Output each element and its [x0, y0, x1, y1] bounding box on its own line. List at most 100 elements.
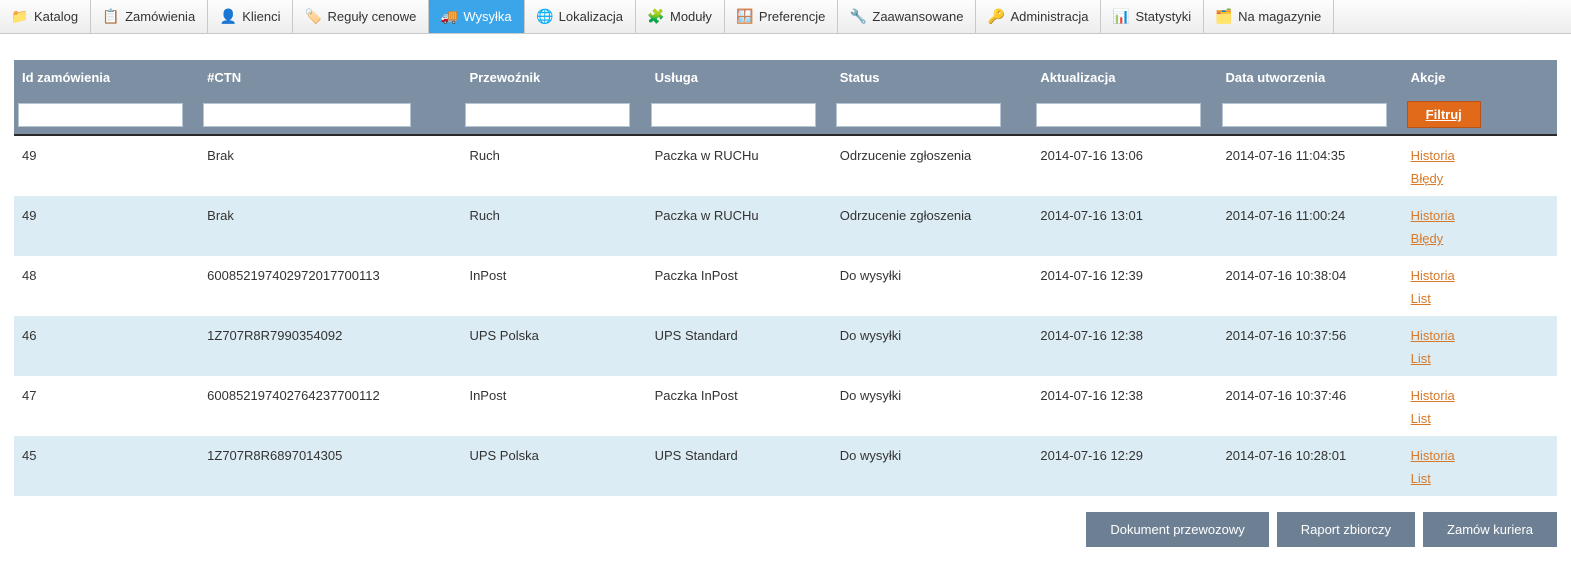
- prefs-icon: 🪟: [737, 9, 753, 25]
- filter-input-created[interactable]: [1222, 103, 1387, 127]
- cell-updated: 2014-07-16 12:38: [1032, 316, 1217, 376]
- cell-ctn: 1Z707R8R7990354092: [199, 316, 461, 376]
- action-link-history[interactable]: Historia: [1411, 388, 1549, 403]
- nav-item-label: Klienci: [242, 9, 280, 24]
- cell-service: Paczka InPost: [647, 256, 832, 316]
- table-row[interactable]: 49BrakRuchPaczka w RUCHuOdrzucenie zgłos…: [14, 135, 1557, 196]
- action-link-list[interactable]: List: [1411, 291, 1549, 306]
- nav-item-orders[interactable]: 📋 Zamówienia: [91, 0, 208, 33]
- table-row[interactable]: 49BrakRuchPaczka w RUCHuOdrzucenie zgłos…: [14, 196, 1557, 256]
- nav-item-local[interactable]: 🌐 Lokalizacja: [525, 0, 636, 33]
- nav-item-stock[interactable]: 🗂️Na magazynie: [1204, 0, 1334, 33]
- action-link-history[interactable]: Historia: [1411, 208, 1549, 223]
- cell-updated: 2014-07-16 13:06: [1032, 135, 1217, 196]
- nav-item-admin[interactable]: 🔑 Administracja: [976, 0, 1101, 33]
- col-header-updated[interactable]: Aktualizacja: [1032, 60, 1217, 95]
- customers-icon: 👤: [220, 9, 236, 25]
- col-header-created[interactable]: Data utworzenia: [1218, 60, 1403, 95]
- col-header-status[interactable]: Status: [832, 60, 1033, 95]
- cell-created: 2014-07-16 10:38:04: [1218, 256, 1403, 316]
- filter-input-status[interactable]: [836, 103, 1001, 127]
- action-link-errors[interactable]: Błędy: [1411, 171, 1549, 186]
- cell-id: 49: [14, 196, 199, 256]
- col-header-ctn[interactable]: #CTN: [199, 60, 461, 95]
- table-row[interactable]: 451Z707R8R6897014305UPS PolskaUPS Standa…: [14, 436, 1557, 496]
- cell-carrier: Ruch: [461, 196, 646, 256]
- cell-carrier: Ruch: [461, 135, 646, 196]
- filter-button[interactable]: Filtruj: [1407, 101, 1481, 128]
- cell-id: 48: [14, 256, 199, 316]
- action-link-history[interactable]: Historia: [1411, 268, 1549, 283]
- filter-input-id[interactable]: [18, 103, 183, 127]
- action-link-list[interactable]: List: [1411, 351, 1549, 366]
- nav-item-label: Reguły cenowe: [327, 9, 416, 24]
- table-header-row: Id zamówienia #CTN Przewoźnik Usługa Sta…: [14, 60, 1557, 95]
- nav-item-label: Lokalizacja: [559, 9, 623, 24]
- nav-item-label: Zamówienia: [125, 9, 195, 24]
- cell-created: 2014-07-16 10:37:56: [1218, 316, 1403, 376]
- cell-carrier: InPost: [461, 376, 646, 436]
- action-link-history[interactable]: Historia: [1411, 328, 1549, 343]
- cell-status: Do wysyłki: [832, 436, 1033, 496]
- catalog-icon: 📁: [12, 9, 28, 25]
- action-link-list[interactable]: List: [1411, 411, 1549, 426]
- cell-service: Paczka w RUCHu: [647, 196, 832, 256]
- cell-id: 45: [14, 436, 199, 496]
- footer-buttons: Dokument przewozowy Raport zbiorczy Zamó…: [14, 512, 1557, 547]
- col-header-service[interactable]: Usługa: [647, 60, 832, 95]
- col-header-carrier[interactable]: Przewoźnik: [461, 60, 646, 95]
- orders-icon: 📋: [103, 9, 119, 25]
- cell-carrier: UPS Polska: [461, 316, 646, 376]
- nav-item-stats[interactable]: 📊Statystyki: [1101, 0, 1204, 33]
- cell-actions: Historia Błędy: [1403, 135, 1557, 196]
- nav-item-label: Wysyłka: [463, 9, 511, 24]
- nav-item-pricerules[interactable]: 🏷️Reguły cenowe: [293, 0, 429, 33]
- table-row[interactable]: 461Z707R8R7990354092UPS PolskaUPS Standa…: [14, 316, 1557, 376]
- shipments-table-wrap: Id zamówienia #CTN Przewoźnik Usługa Sta…: [14, 60, 1557, 496]
- admin-icon: 🔑: [988, 9, 1004, 25]
- cell-created: 2014-07-16 10:37:46: [1218, 376, 1403, 436]
- cell-updated: 2014-07-16 13:01: [1032, 196, 1217, 256]
- cell-actions: Historia Błędy: [1403, 196, 1557, 256]
- cell-actions: Historia List: [1403, 256, 1557, 316]
- filter-input-service[interactable]: [651, 103, 816, 127]
- nav-item-catalog[interactable]: 📁Katalog: [0, 0, 91, 33]
- nav-item-label: Zaawansowane: [872, 9, 963, 24]
- nav-item-customers[interactable]: 👤 Klienci: [208, 0, 293, 33]
- cell-id: 46: [14, 316, 199, 376]
- report-button[interactable]: Raport zbiorczy: [1277, 512, 1415, 547]
- cell-service: UPS Standard: [647, 436, 832, 496]
- courier-button[interactable]: Zamów kuriera: [1423, 512, 1557, 547]
- cell-ctn: 600852197402764237700112: [199, 376, 461, 436]
- cell-service: Paczka w RUCHu: [647, 135, 832, 196]
- action-link-errors[interactable]: Błędy: [1411, 231, 1549, 246]
- nav-item-shipping[interactable]: 🚚Wysyłka: [429, 0, 524, 33]
- action-link-history[interactable]: Historia: [1411, 148, 1549, 163]
- cell-ctn: 600852197402972017700113: [199, 256, 461, 316]
- action-link-list[interactable]: List: [1411, 471, 1549, 486]
- filter-input-carrier[interactable]: [465, 103, 630, 127]
- filter-input-updated[interactable]: [1036, 103, 1201, 127]
- cell-actions: Historia List: [1403, 436, 1557, 496]
- nav-item-label: Preferencje: [759, 9, 825, 24]
- table-row[interactable]: 47600852197402764237700112InPostPaczka I…: [14, 376, 1557, 436]
- table-row[interactable]: 48600852197402972017700113InPostPaczka I…: [14, 256, 1557, 316]
- col-header-id[interactable]: Id zamówienia: [14, 60, 199, 95]
- cell-status: Do wysyłki: [832, 256, 1033, 316]
- nav-item-advanced[interactable]: 🔧Zaawansowane: [838, 0, 976, 33]
- col-header-actions: Akcje: [1403, 60, 1557, 95]
- cell-carrier: UPS Polska: [461, 436, 646, 496]
- nav-item-prefs[interactable]: 🪟 Preferencje: [725, 0, 838, 33]
- nav-item-label: Administracja: [1010, 9, 1088, 24]
- cell-status: Do wysyłki: [832, 376, 1033, 436]
- cell-id: 49: [14, 135, 199, 196]
- cell-id: 47: [14, 376, 199, 436]
- nav-item-label: Statystyki: [1135, 9, 1191, 24]
- filter-input-ctn[interactable]: [203, 103, 411, 127]
- nav-item-modules[interactable]: 🧩Moduły: [636, 0, 725, 33]
- action-link-history[interactable]: Historia: [1411, 448, 1549, 463]
- waybill-button[interactable]: Dokument przewozowy: [1086, 512, 1268, 547]
- cell-created: 2014-07-16 10:28:01: [1218, 436, 1403, 496]
- cell-ctn: Brak: [199, 196, 461, 256]
- local-icon: 🌐: [537, 9, 553, 25]
